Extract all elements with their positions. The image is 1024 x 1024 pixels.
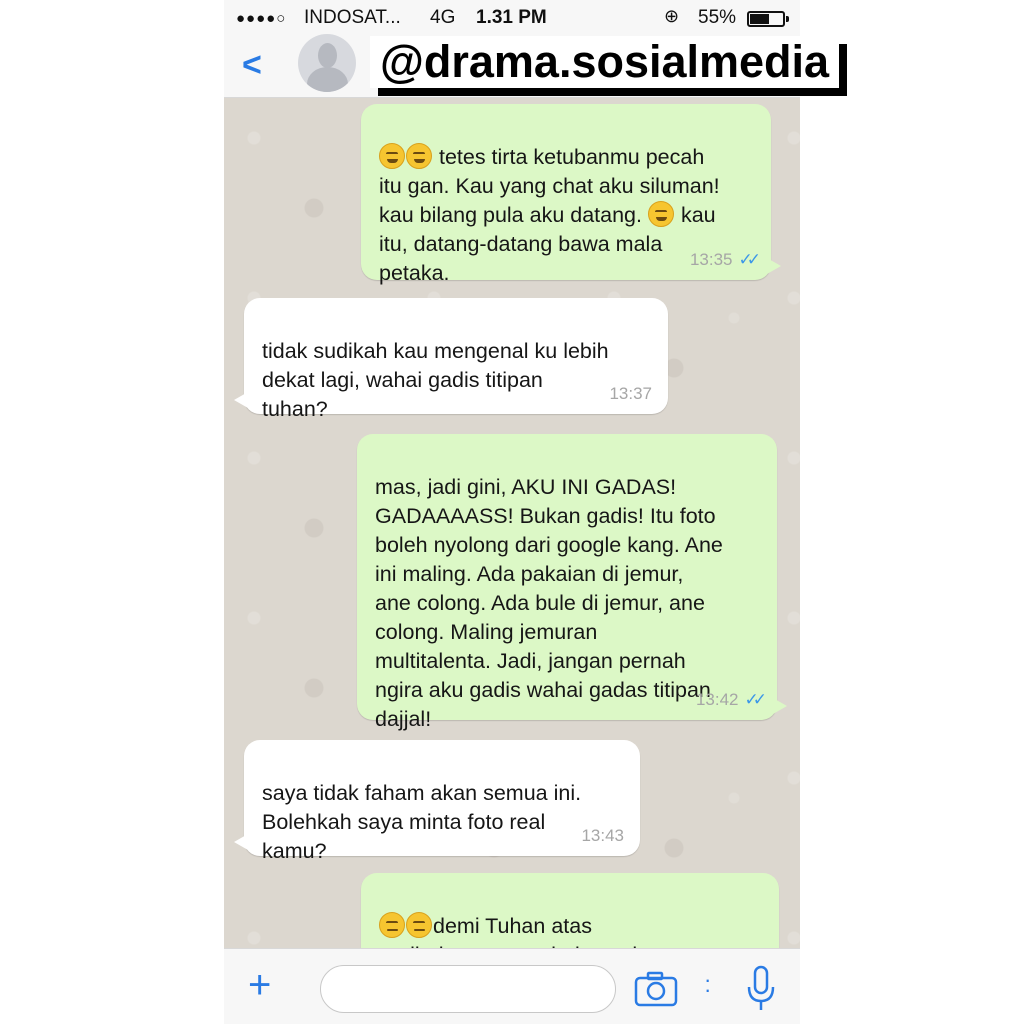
battery-icon	[747, 11, 789, 27]
message-bubble-outgoing[interactable]: tetes tirta ketubanmu pecah itu gan. Kau…	[361, 104, 781, 285]
message-meta: 13:42 ✓✓	[695, 685, 767, 714]
message-bubble-incoming[interactable]: saya tidak faham akan semua ini. Bolehka…	[234, 740, 640, 863]
rofl-emoji	[647, 201, 674, 227]
message-meta: 13:43	[581, 821, 624, 850]
phone-screen: ●●●●○ INDOSAT... 4G 1.31 PM ⊕ 55% < tete…	[224, 0, 800, 1024]
carrier-name: INDOSAT...	[304, 7, 401, 28]
contact-avatar[interactable]	[298, 34, 356, 92]
signal-strength-icon: ●●●●○	[236, 10, 287, 27]
message-list[interactable]: tetes tirta ketubanmu pecah itu gan. Kau…	[224, 98, 800, 948]
message-bubble-outgoing[interactable]: demi Tuhan atas perlindungannya dari seg…	[361, 873, 779, 948]
expressionless-emoji	[406, 912, 432, 938]
message-composer: + · ·	[224, 948, 800, 1024]
message-text: mas, jadi gini, AKU INI GADAS! GADAAAASS…	[375, 475, 723, 731]
status-time: 1.31 PM	[476, 7, 547, 28]
expressionless-emoji	[379, 912, 405, 938]
message-text: tidak sudikah kau mengenal ku lebih deka…	[262, 339, 609, 421]
message-bubble-outgoing[interactable]: mas, jadi gini, AKU INI GADAS! GADAAAASS…	[357, 434, 787, 731]
battery-percentage: 55%	[698, 7, 737, 28]
message-time: 13:37	[609, 384, 652, 403]
status-bar: ●●●●○ INDOSAT... 4G 1.31 PM ⊕ 55%	[224, 0, 800, 34]
read-receipt-icon: ✓✓	[744, 690, 767, 709]
back-chevron-icon[interactable]: <	[242, 46, 262, 85]
message-text: saya tidak faham akan semua ini. Bolehka…	[262, 781, 582, 863]
read-receipt-icon: ✓✓	[738, 250, 761, 269]
rotation-lock-icon: ⊕	[664, 6, 680, 26]
watermark-handle: @drama.sosialmedia	[370, 36, 840, 88]
message-bubble-incoming[interactable]: tidak sudikah kau mengenal ku lebih deka…	[234, 298, 668, 421]
more-dots-icon[interactable]: · ·	[704, 969, 711, 1001]
message-meta: 13:35 ✓✓	[689, 245, 761, 274]
rofl-emoji	[379, 143, 405, 169]
message-time: 13:42	[695, 690, 739, 709]
microphone-icon[interactable]	[746, 965, 776, 1013]
message-time: 13:43	[581, 826, 624, 845]
network-type: 4G	[430, 7, 456, 28]
message-time: 13:35	[689, 250, 733, 269]
message-input[interactable]	[320, 965, 616, 1013]
rofl-emoji	[406, 143, 432, 169]
camera-icon[interactable]	[634, 971, 678, 1007]
message-meta: 13:37	[609, 379, 652, 408]
plus-icon[interactable]: +	[248, 965, 271, 1005]
